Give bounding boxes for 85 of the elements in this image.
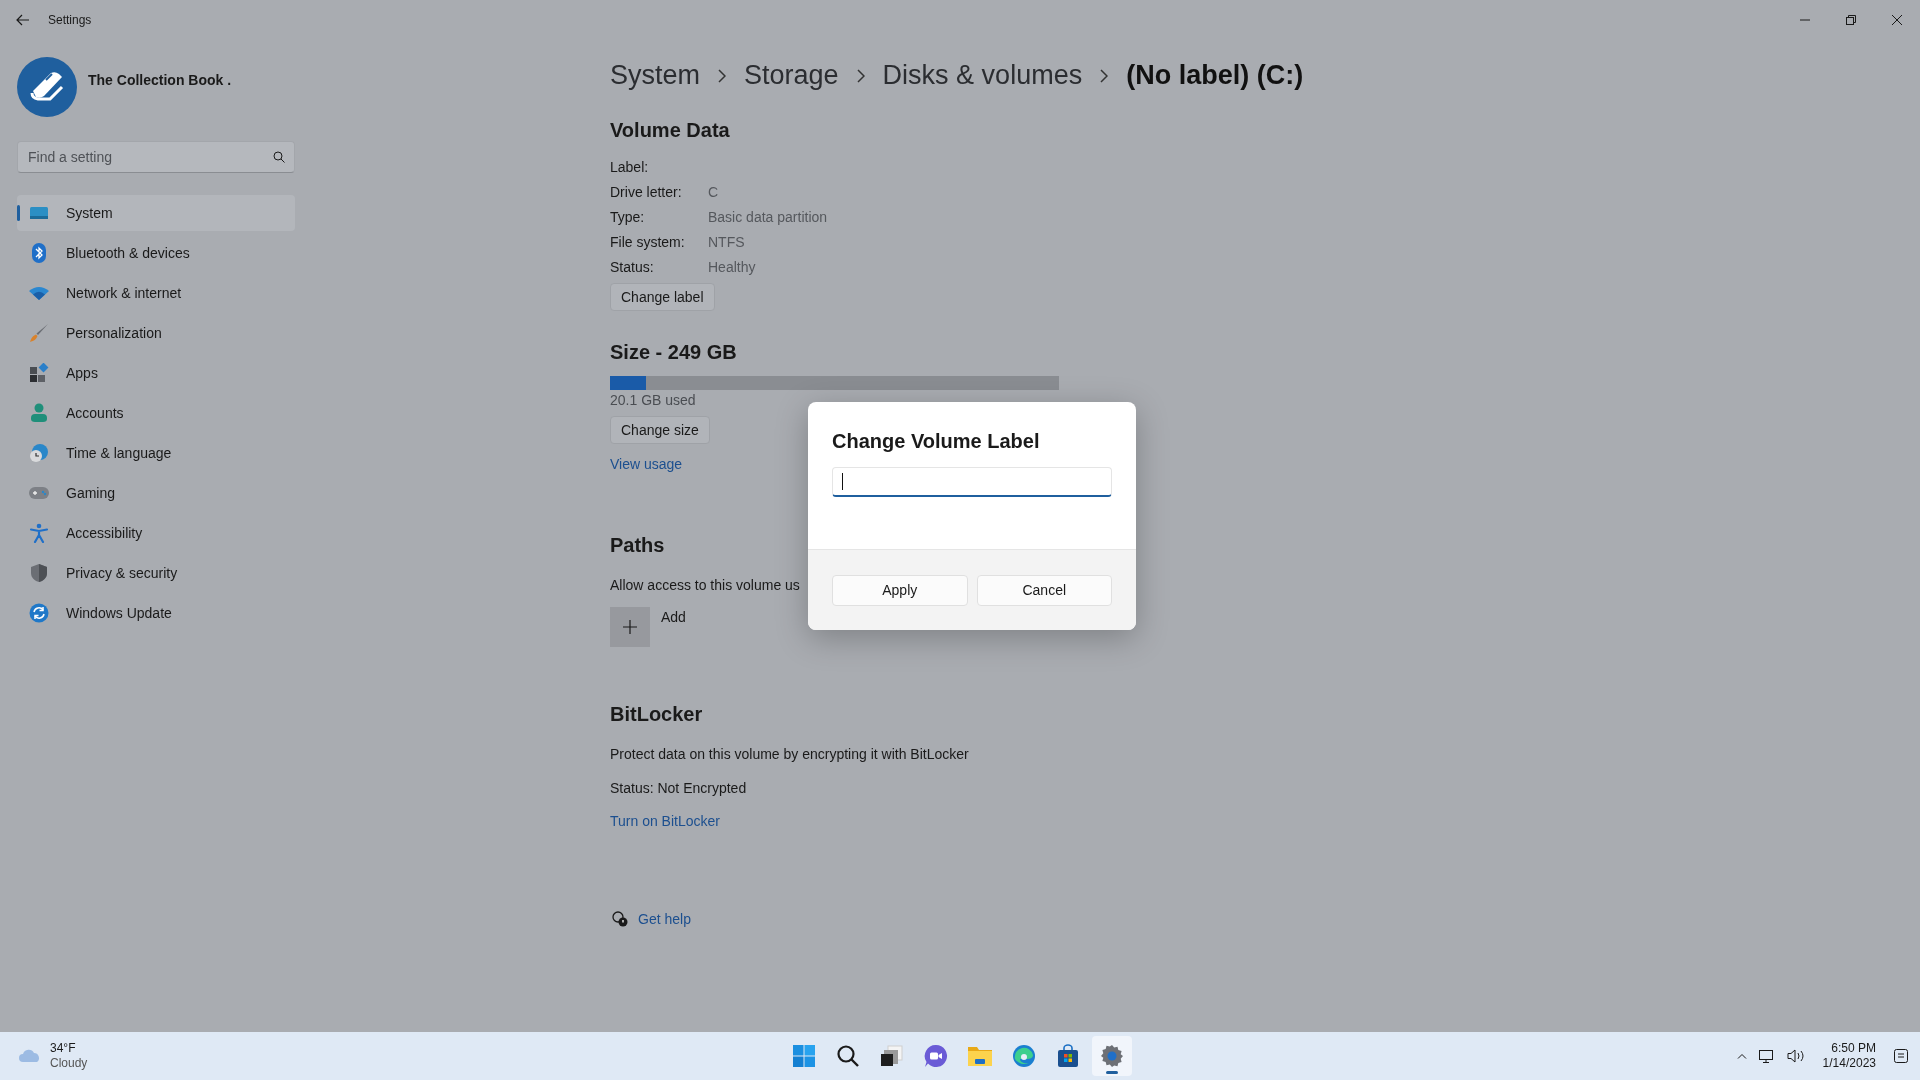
clock-time[interactable]: 6:50 PM — [1831, 1041, 1876, 1056]
notification-icon[interactable] — [1894, 1049, 1908, 1063]
apps-grid-icon — [29, 363, 49, 383]
browser-icon[interactable] — [1012, 1044, 1036, 1068]
folder-icon[interactable] — [967, 1044, 993, 1068]
breadcrumb-item[interactable]: System — [610, 60, 701, 91]
start-icon[interactable] — [792, 1044, 816, 1068]
restore-icon[interactable] — [1846, 15, 1856, 25]
accessibility-figure-icon — [30, 523, 48, 543]
bitlocker-status: Status: Not Encrypted — [610, 780, 747, 796]
book-avatar-icon — [17, 57, 77, 117]
nav-item[interactable]: Time & language — [17, 435, 295, 471]
nav-item[interactable]: Accounts — [17, 395, 295, 431]
cloud-icon — [18, 1049, 42, 1063]
network-monitor-icon[interactable] — [1758, 1049, 1775, 1063]
breadcrumb-item[interactable]: Disks & volumes — [882, 60, 1083, 91]
person-icon — [30, 403, 48, 423]
section-heading: Volume Data — [610, 119, 730, 142]
chevron-right-icon — [1100, 68, 1109, 83]
help-chat-icon — [612, 911, 628, 927]
label-input-field[interactable] — [832, 467, 1112, 497]
nav-item[interactable]: Bluetooth & devices — [17, 235, 295, 271]
bitlocker-description: Protect data on this volume by encrypting it with BitLocker — [610, 746, 969, 762]
shopping-bag-icon[interactable] — [1056, 1044, 1080, 1068]
section-heading: Paths — [610, 534, 665, 557]
field-value: Healthy — [708, 258, 757, 277]
chevron-right-icon — [718, 68, 727, 83]
nav-item[interactable]: Apps — [17, 355, 295, 391]
breadcrumb-item: (No label) (C:) — [1126, 60, 1304, 91]
field-value: NTFS — [708, 233, 746, 252]
field-value: C — [708, 183, 720, 202]
paths-description: Allow access to this volume us — [610, 577, 800, 593]
apply-button[interactable]: Apply — [832, 574, 968, 606]
add-path-button[interactable] — [610, 607, 650, 647]
chevron-up-icon[interactable] — [1736, 1053, 1747, 1059]
field-label: Label: — [610, 158, 650, 177]
dialog-title: Change Volume Label — [832, 430, 1041, 453]
back-arrow-icon[interactable] — [16, 14, 30, 26]
section-heading: BitLocker — [610, 703, 703, 726]
get-help-link[interactable]: Get help — [638, 911, 691, 927]
breadcrumb-item[interactable]: Storage — [744, 60, 839, 91]
plus-icon — [623, 620, 637, 634]
game-controller-icon — [28, 486, 50, 500]
change-label-button[interactable]: Change label — [610, 283, 715, 311]
nav-item[interactable]: Gaming — [17, 475, 295, 511]
account-name: The Collection Book . — [88, 72, 232, 88]
nav-item[interactable]: System — [17, 195, 295, 231]
search-icon[interactable] — [836, 1044, 860, 1068]
nav-item[interactable]: Network & internet — [17, 275, 295, 311]
monitor-icon — [29, 205, 49, 221]
change-size-button[interactable]: Change size — [610, 416, 710, 444]
nav-item[interactable]: Accessibility — [17, 515, 295, 551]
text-cursor — [842, 473, 843, 490]
add-label: Add — [661, 609, 686, 625]
wifi-icon — [29, 286, 49, 300]
temperature-text: 34°F — [50, 1041, 77, 1056]
nav-item[interactable]: Personalization — [17, 315, 295, 351]
globe-clock-icon — [29, 443, 49, 463]
cancel-button[interactable]: Cancel — [976, 574, 1112, 606]
view-usage-link[interactable]: View usage — [610, 456, 683, 472]
field-label: Drive letter: — [610, 183, 683, 202]
speaker-icon[interactable] — [1786, 1049, 1805, 1063]
field-value: Basic data partition — [708, 208, 828, 227]
search-field[interactable]: Find a setting — [17, 141, 295, 173]
section-heading: Size - 249 GB — [610, 341, 737, 364]
nav-item[interactable]: Privacy & security — [17, 555, 295, 591]
paintbrush-icon — [29, 323, 49, 343]
chat-bubble-icon[interactable] — [924, 1044, 948, 1068]
close-icon[interactable] — [1892, 15, 1902, 25]
shield-icon — [30, 563, 48, 583]
gear-icon[interactable] — [1100, 1044, 1124, 1068]
clock-date[interactable]: 1/14/2023 — [1822, 1056, 1876, 1071]
used-space-text: 20.1 GB used — [610, 392, 696, 408]
sync-arrows-icon — [29, 603, 49, 623]
field-label: Type: — [610, 208, 646, 227]
task-view-icon[interactable] — [880, 1044, 904, 1068]
field-label: Status: — [610, 258, 655, 277]
window-title: Settings — [48, 13, 92, 27]
chevron-right-icon — [856, 68, 865, 83]
turn-on-bitlocker-link[interactable]: Turn on BitLocker — [610, 813, 720, 829]
weather-condition: Cloudy — [50, 1056, 88, 1071]
nav-item[interactable]: Windows Update — [17, 595, 295, 631]
field-label: File system: — [610, 233, 686, 252]
bluetooth-icon — [31, 243, 47, 263]
search-icon[interactable] — [273, 151, 285, 163]
